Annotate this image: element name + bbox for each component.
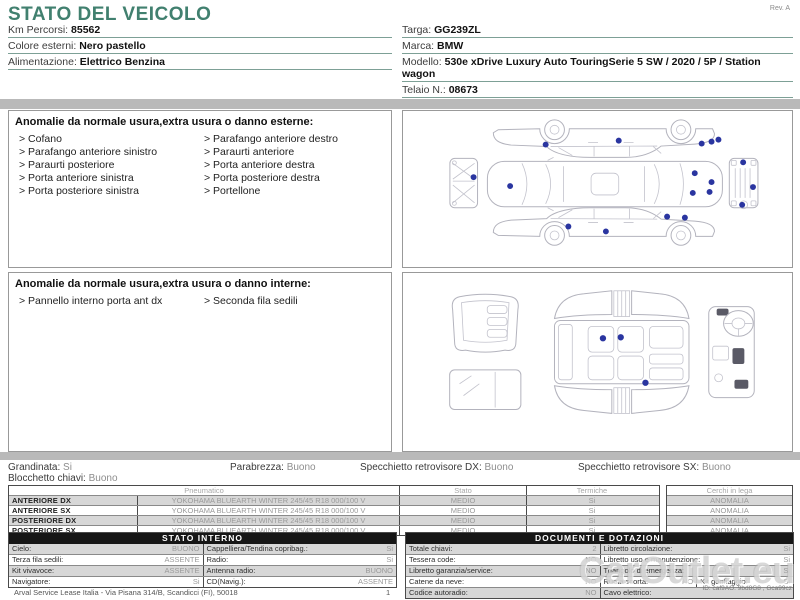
damage-marker	[715, 136, 722, 143]
damage-marker	[615, 137, 622, 144]
interior-anomalies-heading: Anomalie da normale usura,extra usura o …	[15, 278, 311, 290]
parabrezza-field: Parabrezza: Buono	[230, 462, 316, 473]
field-targa: Targa: GG239ZL	[402, 23, 793, 38]
grandinata-field: Grandinata: Si	[8, 462, 72, 473]
blocchetto-chiavi-field: Blocchetto chiavi: Buono	[8, 473, 118, 484]
damage-marker	[565, 223, 572, 230]
tyre-row: ANTERIORE DX YOKOHAMA BLUEARTH WINTER 24…	[9, 495, 659, 505]
damage-marker	[542, 141, 549, 148]
divider-bar-top	[0, 99, 800, 109]
exterior-anomalies-panel: Anomalie da normale usura,extra usura o …	[8, 110, 392, 268]
cerchi-row: ANOMALIA	[667, 505, 792, 515]
damage-marker	[691, 170, 698, 177]
footer-company: Arval Service Lease Italia - Via Pisana …	[14, 588, 238, 597]
damage-marker	[507, 183, 514, 189]
damage-marker	[470, 174, 477, 181]
damage-marker	[602, 228, 609, 235]
field-alimentazione: Alimentazione: Elettrico Benzina	[8, 55, 392, 70]
damage-marker	[698, 140, 705, 147]
stato-interno-title: STATO INTERNO	[9, 533, 396, 544]
cerchi-in-lega-table: Cerchi in lega ANOMALIA ANOMALIA ANOMALI…	[666, 485, 793, 536]
damage-marker	[642, 379, 649, 386]
anomaly-item: > Paraurti posteriore	[19, 159, 115, 171]
anomaly-item: > Parafango anteriore destro	[204, 133, 338, 145]
anomaly-item: > Cofano	[19, 133, 62, 145]
field-telaio: Telaio N.: 08673	[402, 83, 793, 98]
field-colore: Colore esterni: Nero pastello	[8, 39, 392, 54]
table-row: Tessera code: NO Libretto uso e manutenzi…	[406, 554, 793, 565]
table-row: Cielo: BUONO Cappelliera/Tendina copribag…	[9, 544, 396, 554]
documenti-title: DOCUMENTI E DOTAZIONI	[406, 533, 793, 544]
footer-doc-id: ID: caf9AO. 9bd8G8 , Gca99cz	[702, 585, 792, 592]
tyre-row: ANTERIORE SX YOKOHAMA BLUEARTH WINTER 24…	[9, 505, 659, 515]
anomaly-item: > Portellone	[204, 185, 261, 197]
damage-marker	[739, 201, 746, 208]
cerchi-header: Cerchi in lega	[706, 486, 753, 495]
interior-anomalies-panel: Anomalie da normale usura,extra usura o …	[8, 272, 392, 452]
damage-marker	[708, 179, 715, 186]
interior-damage-diagram	[449, 290, 755, 414]
footer-page-number: 1	[386, 588, 391, 597]
field-marca: Marca: BMW	[402, 39, 793, 54]
table-row: Libretto garanzia/service: NO Triangolo d…	[406, 565, 793, 576]
table-row: Terza fila sedili: ASSENTE Radio: Si	[9, 554, 396, 565]
cerchi-row: ANOMALIA	[667, 515, 792, 525]
specchietto-dx-field: Specchietto retrovisore DX: Buono	[360, 462, 514, 473]
field-modello: Modello: 530e xDrive Luxury Auto Touring…	[402, 55, 793, 82]
field-km: Km Percorsi: 85562	[8, 23, 392, 38]
damage-marker	[681, 214, 688, 221]
interior-damage-markers	[599, 334, 649, 386]
anomaly-item: > Porta posteriore sinistra	[19, 185, 139, 197]
specchietto-sx-field: Specchietto retrovisore SX: Buono	[578, 462, 731, 473]
damage-marker	[664, 213, 671, 220]
divider-bar-bottom	[0, 452, 800, 460]
revision-label: Rev. A	[769, 5, 790, 12]
anomaly-item: > Paraurti anteriore	[204, 146, 295, 158]
anomaly-item: > Pannello interno porta ant dx	[19, 295, 163, 307]
cerchi-row: ANOMALIA	[667, 495, 792, 505]
anomaly-item: > Porta posteriore destra	[204, 172, 320, 184]
damage-marker	[617, 334, 624, 341]
damage-marker	[750, 184, 756, 190]
damage-marker	[599, 335, 607, 342]
anomaly-item: > Porta anteriore destra	[204, 159, 315, 171]
table-row: Navigatore: Si CD(Navig.): ASSENTE	[9, 576, 396, 587]
anomaly-item: > Seconda fila sedili	[204, 295, 298, 307]
condition-summary: Grandinata: Si Parabrezza: Buono Specchi…	[8, 462, 794, 484]
damage-marker	[706, 189, 713, 195]
vehicle-fields-left: Km Percorsi: 85562 Colore esterni: Nero …	[8, 23, 392, 71]
interior-diagram-panel	[402, 272, 793, 452]
tyre-table: Pneumatico Stato Termiche ANTERIORE DX Y…	[8, 485, 660, 536]
table-row: Totale chiavi: 2 Libretto circolazione: Si	[406, 544, 793, 554]
exterior-diagram-panel	[402, 110, 793, 268]
tyre-table-header: Pneumatico Stato Termiche	[9, 486, 659, 495]
damage-marker	[708, 138, 715, 145]
anomaly-item: > Porta anteriore sinistra	[19, 172, 134, 184]
table-row: Kit vivavoce: ASSENTE Antenna radio: BUONO	[9, 565, 396, 576]
exterior-damage-diagram	[449, 119, 759, 246]
damage-marker	[689, 189, 696, 196]
tyre-row: POSTERIORE DX YOKOHAMA BLUEARTH WINTER 2…	[9, 515, 659, 525]
damage-marker	[740, 159, 747, 166]
exterior-anomalies-heading: Anomalie da normale usura,extra usura o …	[15, 116, 314, 128]
anomaly-item: > Parafango anteriore sinistro	[19, 146, 158, 158]
vehicle-report-page: STATO DEL VEICOLO Rev. A Km Percorsi: 85…	[0, 0, 800, 600]
stato-interno-table: STATO INTERNO Cielo: BUONO Cappelliera/Te…	[8, 532, 397, 588]
